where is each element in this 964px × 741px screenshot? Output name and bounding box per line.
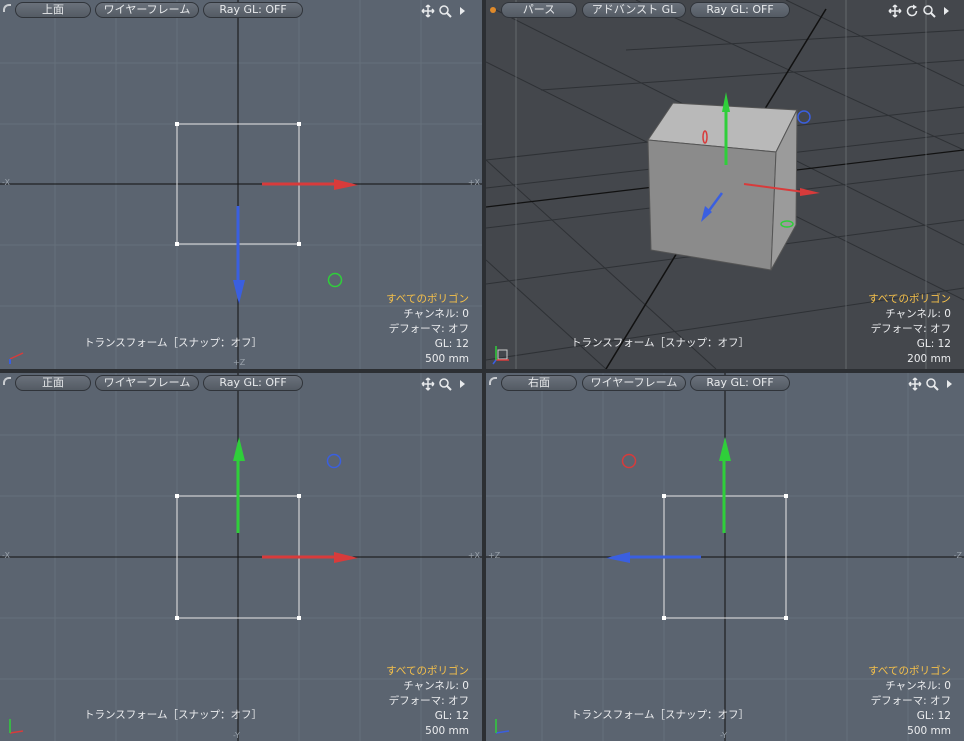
viewport-info: すべてのポリゴン チャンネル: 0 デフォーマ: オフ GL: 12 500 m… (386, 292, 469, 367)
channels-count: チャンネル: 0 (403, 308, 469, 320)
viewport-menu-icon[interactable] (490, 7, 496, 13)
selection-mode: すべてのポリゴン (386, 293, 469, 305)
viewport-top[interactable]: -X +X +Z 上面 ワイヤーフレーム Ray GL: OFF トランスフォー… (0, 0, 482, 369)
selection-mode: すべてのポリゴン (386, 665, 469, 677)
grid-scale: 500 mm (425, 725, 469, 737)
raygl-button[interactable]: Ray GL: OFF (203, 375, 303, 391)
status-text: トランスフォーム［スナップ：オフ］ (84, 337, 262, 349)
deformers-state: デフォーマ: オフ (388, 695, 469, 707)
axis-label-bottom: -Y (233, 731, 240, 740)
viewport-header: パース アドバンスト GL Ray GL: OFF (486, 0, 964, 20)
axis-label-left: +Z (488, 551, 501, 560)
axis-label-left: -X (2, 178, 10, 187)
pan-icon[interactable] (421, 376, 435, 391)
view-type-button[interactable]: パース (501, 2, 577, 18)
status-text: トランスフォーム［スナップ：オフ］ (571, 337, 749, 349)
rotate-icon[interactable] (905, 3, 919, 17)
shading-button[interactable]: ワイヤーフレーム (582, 375, 686, 391)
zoom-icon[interactable] (925, 376, 939, 391)
view-type-button[interactable]: 上面 (15, 2, 91, 18)
gl-count: GL: 12 (434, 710, 469, 722)
gl-count: GL: 12 (916, 710, 951, 722)
channels-count: チャンネル: 0 (885, 680, 951, 692)
viewport-menu-icon[interactable] (489, 377, 497, 385)
grid-scale: 500 mm (425, 353, 469, 365)
expand-arrow-icon[interactable] (942, 376, 956, 390)
expand-arrow-icon[interactable] (939, 3, 953, 17)
viewport-right[interactable]: +Z -Z -Y 右面 ワイヤーフレーム Ray GL: OFF トランスフォー… (486, 373, 964, 741)
expand-arrow-icon[interactable] (455, 3, 469, 17)
viewport-menu-icon[interactable] (3, 377, 11, 385)
selection-mode: すべてのポリゴン (868, 293, 951, 305)
deformers-state: デフォーマ: オフ (870, 695, 951, 707)
raygl-button[interactable]: Ray GL: OFF (690, 2, 790, 18)
view-type-button[interactable]: 正面 (15, 375, 91, 391)
axis-indicator-icon (9, 719, 24, 734)
grid-scale: 200 mm (907, 353, 951, 365)
shading-button[interactable]: ワイヤーフレーム (95, 2, 199, 18)
viewport-header: 上面 ワイヤーフレーム Ray GL: OFF (0, 0, 482, 20)
viewport-header: 正面 ワイヤーフレーム Ray GL: OFF (0, 373, 482, 393)
viewport-info: すべてのポリゴン チャンネル: 0 デフォーマ: オフ GL: 12 200 m… (868, 292, 951, 367)
viewport-menu-icon[interactable] (3, 4, 11, 12)
raygl-button[interactable]: Ray GL: OFF (203, 2, 303, 18)
viewport-perspective[interactable]: パース アドバンスト GL Ray GL: OFF トランスフォーム［スナップ：… (486, 0, 964, 369)
viewport-info: すべてのポリゴン チャンネル: 0 デフォーマ: オフ GL: 12 500 m… (386, 664, 469, 739)
raygl-button[interactable]: Ray GL: OFF (690, 375, 790, 391)
pan-icon[interactable] (888, 3, 902, 18)
axis-indicator-icon (495, 719, 510, 734)
axis-indicator-icon (9, 352, 24, 364)
view-type-button[interactable]: 右面 (501, 375, 577, 391)
zoom-icon[interactable] (438, 3, 452, 18)
zoom-icon[interactable] (438, 376, 452, 391)
gl-count: GL: 12 (916, 338, 951, 350)
status-text: トランスフォーム［スナップ：オフ］ (84, 709, 262, 721)
deformers-state: デフォーマ: オフ (870, 323, 951, 335)
gl-count: GL: 12 (434, 338, 469, 350)
expand-arrow-icon[interactable] (455, 376, 469, 390)
grid-scale: 500 mm (907, 725, 951, 737)
axis-label-bottom: -Y (720, 731, 727, 740)
channels-count: チャンネル: 0 (403, 680, 469, 692)
axis-indicator-icon (492, 346, 509, 365)
axis-label-bottom: +Z (233, 358, 246, 367)
axis-label-right: -Z (953, 551, 962, 560)
axis-label-right: +X (467, 178, 480, 187)
pan-icon[interactable] (908, 376, 922, 391)
axis-label-right: +X (467, 551, 480, 560)
viewport-header: 右面 ワイヤーフレーム Ray GL: OFF (486, 373, 964, 393)
zoom-icon[interactable] (922, 3, 936, 18)
shading-button[interactable]: ワイヤーフレーム (95, 375, 199, 391)
channels-count: チャンネル: 0 (885, 308, 951, 320)
viewport-info: すべてのポリゴン チャンネル: 0 デフォーマ: オフ GL: 12 500 m… (868, 664, 951, 739)
axis-label-left: -X (2, 551, 10, 560)
selection-mode: すべてのポリゴン (868, 665, 951, 677)
status-text: トランスフォーム［スナップ：オフ］ (571, 709, 749, 721)
pan-icon[interactable] (421, 3, 435, 18)
shading-button[interactable]: アドバンスト GL (582, 2, 686, 18)
deformers-state: デフォーマ: オフ (388, 323, 469, 335)
viewport-front[interactable]: -X +X -Y 正面 ワイヤーフレーム Ray GL: OFF トランスフォー… (0, 373, 482, 741)
